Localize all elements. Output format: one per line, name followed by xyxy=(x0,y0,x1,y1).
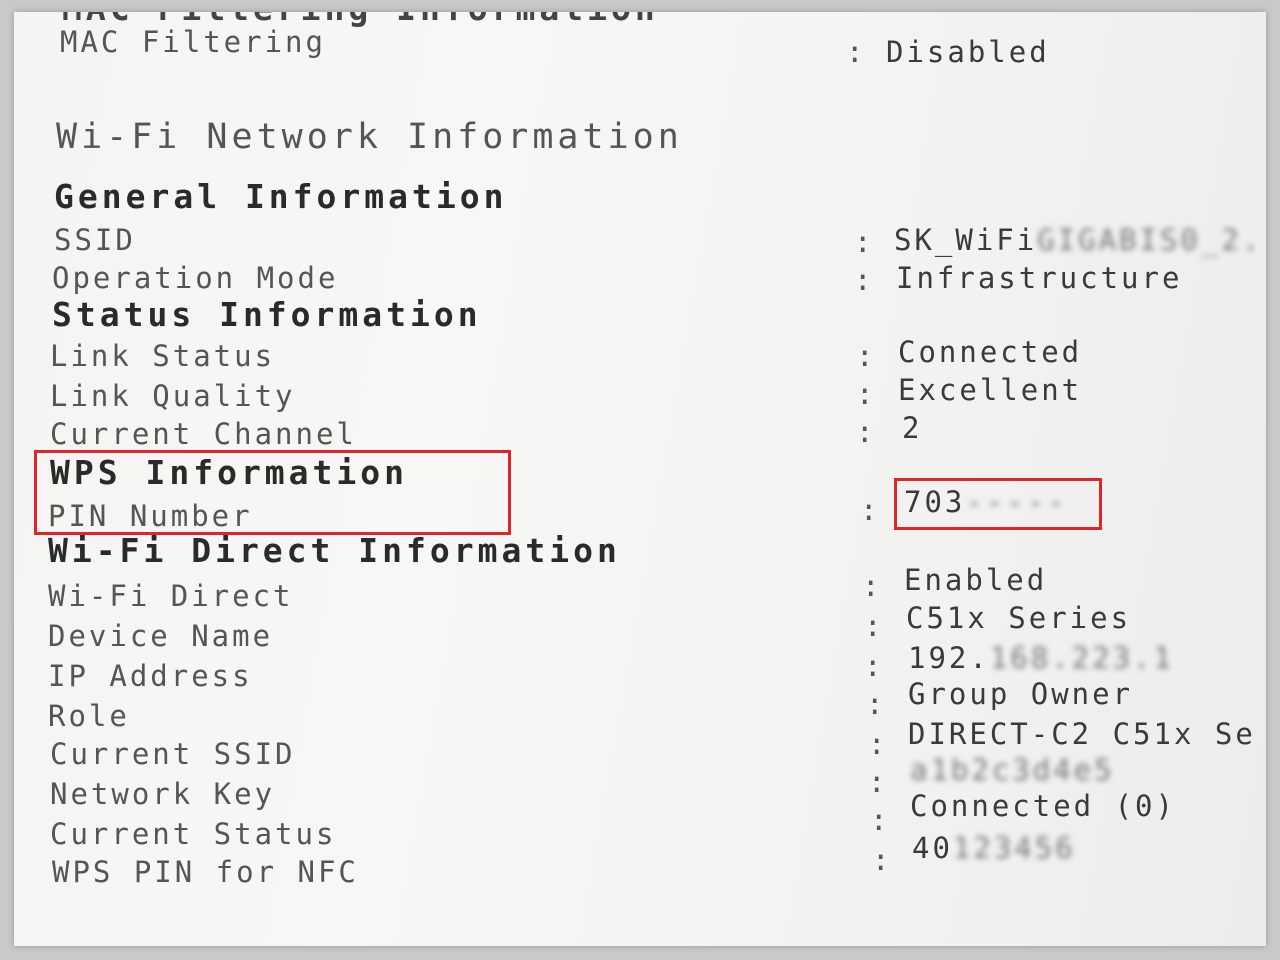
wps-pin-nfc-label: WPS PIN for NFC xyxy=(52,855,359,889)
separator-colon: : xyxy=(856,377,877,411)
separator-colon: : xyxy=(856,339,877,373)
printed-report-page: MAC Filtering Information MAC Filtering … xyxy=(14,12,1266,946)
device-name-value: C51x Series xyxy=(906,601,1132,635)
link-quality-value: Excellent xyxy=(898,373,1083,407)
network-key-value: a1b2c3d4e5 xyxy=(910,756,1115,785)
mac-filtering-label: MAC Filtering xyxy=(60,25,326,59)
pin-value-highlight-box xyxy=(894,478,1102,530)
link-quality-label: Link Quality xyxy=(50,379,296,413)
separator-colon: : xyxy=(866,687,887,721)
separator-colon: : xyxy=(868,765,889,799)
device-name-label: Device Name xyxy=(48,619,274,653)
separator-colon: : xyxy=(860,493,881,527)
separator-colon: : xyxy=(862,569,883,603)
ip-address-value: 192.168.223.1 xyxy=(908,644,1174,673)
network-key-label: Network Key xyxy=(50,777,276,811)
operation-mode-label: Operation Mode xyxy=(52,261,339,295)
link-status-label: Link Status xyxy=(50,339,276,373)
current-status-value: Connected (0) xyxy=(910,789,1176,823)
separator-colon: : xyxy=(854,225,875,259)
ssid-label: SSID xyxy=(54,223,136,257)
separator-colon: : xyxy=(846,35,867,69)
separator-colon: : xyxy=(868,727,889,761)
separator-colon: : xyxy=(864,609,885,643)
separator-colon: : xyxy=(856,415,877,449)
wps-label-highlight-box xyxy=(34,450,511,535)
wifi-direct-info-heading: Wi-Fi Direct Information xyxy=(48,531,621,570)
wps-pin-nfc-value: 40123456 xyxy=(912,834,1076,863)
ip-address-redacted: 168.223.1 xyxy=(989,641,1174,675)
separator-colon: : xyxy=(870,803,891,837)
wifi-direct-value: Enabled xyxy=(904,563,1048,597)
mac-filtering-title: MAC Filtering Information xyxy=(62,12,659,25)
separator-colon: : xyxy=(854,263,875,297)
status-info-heading: Status Information xyxy=(52,295,482,334)
wifi-direct-label: Wi-Fi Direct xyxy=(48,579,294,613)
current-ssid-value: DIRECT-C2 C51x Se xyxy=(908,717,1256,751)
operation-mode-value: Infrastructure xyxy=(896,261,1183,295)
separator-colon: : xyxy=(864,649,885,683)
current-status-label: Current Status xyxy=(50,817,337,851)
mac-filtering-value: Disabled xyxy=(886,35,1050,69)
wps-pin-nfc-redacted: 123456 xyxy=(952,831,1076,865)
current-ssid-label: Current SSID xyxy=(50,737,296,771)
role-label: Role xyxy=(48,699,130,733)
role-value: Group Owner xyxy=(908,677,1134,711)
wps-pin-nfc-visible: 40 xyxy=(912,831,953,865)
link-status-value: Connected xyxy=(898,335,1083,369)
current-channel-label: Current Channel xyxy=(50,417,357,451)
current-channel-value: 2 xyxy=(902,411,923,445)
ip-address-label: IP Address xyxy=(48,659,253,693)
ssid-value: SK_WiFiGIGABIS0_2. xyxy=(894,226,1262,255)
general-info-heading: General Information xyxy=(54,177,508,216)
ssid-value-redacted: GIGABIS0_2. xyxy=(1037,223,1263,257)
ip-address-visible: 192. xyxy=(908,641,990,675)
separator-colon: : xyxy=(872,843,893,877)
wifi-network-title: Wi-Fi Network Information xyxy=(56,117,683,157)
ssid-value-visible: SK_WiFi xyxy=(894,223,1038,257)
network-key-redacted: a1b2c3d4e5 xyxy=(910,753,1115,787)
